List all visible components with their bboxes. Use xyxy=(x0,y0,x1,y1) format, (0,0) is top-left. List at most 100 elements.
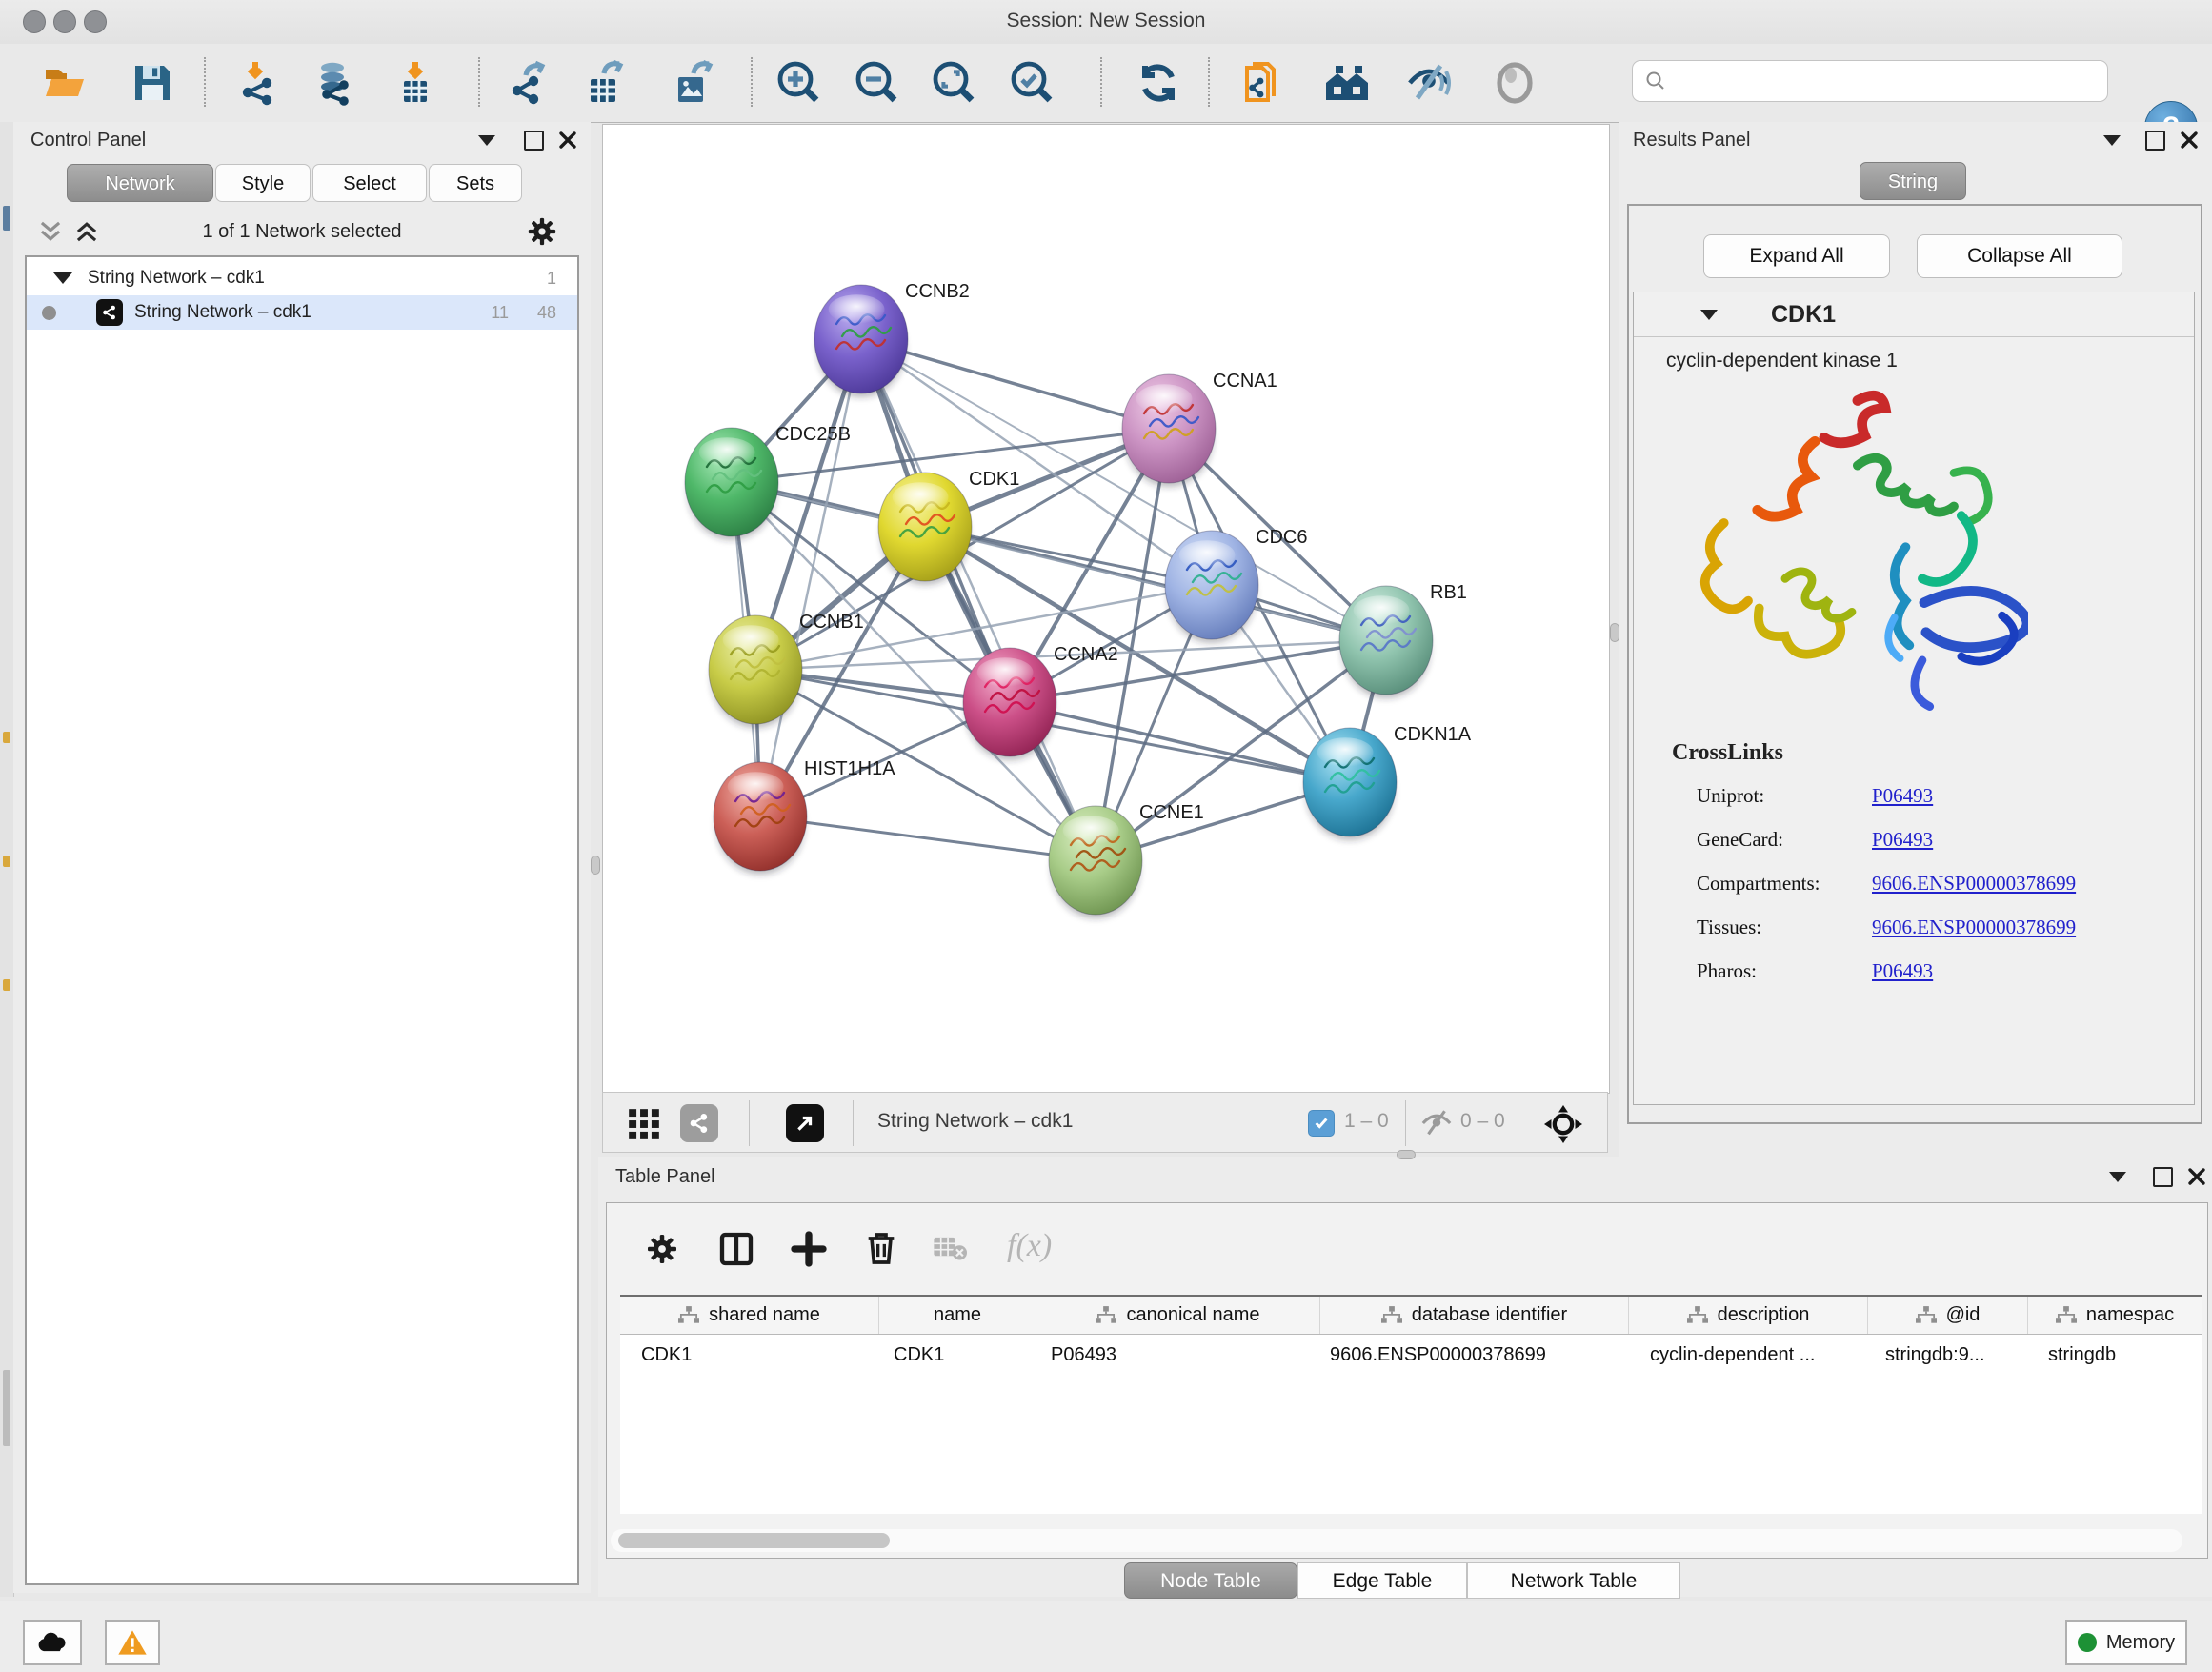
string-network-graph[interactable]: CCNB2CCNA1CDC25BCDK1CDC6RB1CCNB1CCNA2CDK… xyxy=(603,125,1609,1093)
network-row-selected[interactable]: String Network – cdk1 11 48 xyxy=(27,295,577,330)
network-edge[interactable] xyxy=(760,816,1096,860)
tab-string[interactable]: String xyxy=(1860,162,1966,200)
import-table-file-button[interactable] xyxy=(392,59,439,107)
selected-checkbox[interactable] xyxy=(1308,1110,1335,1137)
network-node-HIST1H1A[interactable]: HIST1H1A xyxy=(714,758,895,875)
network-edge[interactable] xyxy=(1010,702,1350,782)
network-view-canvas[interactable]: CCNB2CCNA1CDC25BCDK1CDC6RB1CCNB1CCNA2CDK… xyxy=(602,124,1610,1094)
node-label: CCNE1 xyxy=(1139,802,1204,823)
table-empty-area xyxy=(620,1375,2202,1514)
zoom-selected-button[interactable] xyxy=(1009,59,1056,107)
export-table-icon xyxy=(583,60,629,106)
main-toolbar: ? xyxy=(0,44,2212,123)
network-edge[interactable] xyxy=(861,339,1169,429)
open-in-window-button[interactable] xyxy=(786,1104,824,1142)
share-icon xyxy=(688,1112,711,1135)
open-session-button[interactable] xyxy=(41,59,89,107)
panel-close-button[interactable] xyxy=(558,131,577,150)
string-home-button[interactable] xyxy=(1323,59,1371,107)
network-node-RB1[interactable]: RB1 xyxy=(1339,582,1467,698)
section-collapse-icon[interactable] xyxy=(1700,310,1718,320)
export-network-button[interactable] xyxy=(508,59,555,107)
pan-crosshair-icon[interactable] xyxy=(1544,1105,1582,1143)
expand-all-button[interactable]: Expand All xyxy=(1703,234,1890,278)
crosslink-uniprot-link[interactable]: P06493 xyxy=(1872,784,1933,808)
zoom-in-button[interactable] xyxy=(775,59,823,107)
panel-float-button[interactable] xyxy=(2103,135,2121,146)
memory-button[interactable]: Memory xyxy=(2065,1620,2187,1665)
export-table-button[interactable] xyxy=(582,59,630,107)
show-columns-icon[interactable] xyxy=(717,1230,755,1268)
node-label: CDC6 xyxy=(1256,527,1307,548)
panel-float-button[interactable] xyxy=(478,135,495,146)
panel-maximize-button[interactable] xyxy=(2153,1167,2173,1187)
cloud-status-button[interactable] xyxy=(23,1620,82,1665)
birds-eye-view-icon[interactable] xyxy=(626,1106,662,1142)
tree-expand-icon[interactable] xyxy=(53,272,72,284)
save-session-button[interactable] xyxy=(129,59,176,107)
panel-maximize-button[interactable] xyxy=(2145,131,2165,151)
protein-section-header[interactable]: CDK1 xyxy=(1634,292,2194,337)
gear-icon[interactable] xyxy=(526,215,558,248)
column-header[interactable]: namespac xyxy=(2028,1297,2202,1334)
panel-maximize-button[interactable] xyxy=(524,131,544,151)
column-header[interactable]: database identifier xyxy=(1320,1297,1629,1334)
hide-graphics-details-button[interactable] xyxy=(1405,59,1453,107)
zoom-out-button[interactable] xyxy=(854,59,901,107)
network-node-CCNA1[interactable]: CCNA1 xyxy=(1122,371,1277,487)
network-node-CDKN1A[interactable]: CDKN1A xyxy=(1303,724,1472,840)
network-edge[interactable] xyxy=(861,339,1096,860)
tab-node-table[interactable]: Node Table xyxy=(1124,1562,1297,1599)
protein-name: CDK1 xyxy=(1771,301,1836,329)
show-graphics-details-button[interactable] xyxy=(1491,59,1538,107)
tab-style[interactable]: Style xyxy=(215,164,311,202)
column-header[interactable]: canonical name xyxy=(1036,1297,1320,1334)
column-header[interactable]: @id xyxy=(1868,1297,2028,1334)
horizontal-splitter-handle[interactable] xyxy=(1397,1150,1416,1159)
table-row[interactable]: CDK1 CDK1 P06493 9606.ENSP00000378699 cy… xyxy=(620,1335,2202,1375)
panel-float-button[interactable] xyxy=(2109,1172,2126,1182)
column-header[interactable]: description xyxy=(1629,1297,1868,1334)
zoom-fit-button[interactable] xyxy=(931,59,978,107)
collapse-all-button[interactable]: Collapse All xyxy=(1917,234,2122,278)
crosslink-pharos-link[interactable]: P06493 xyxy=(1872,959,1933,983)
tab-network-table[interactable]: Network Table xyxy=(1467,1562,1680,1599)
string-import-button[interactable] xyxy=(1238,59,1286,107)
node-label: HIST1H1A xyxy=(804,758,895,779)
network-node-CCNE1[interactable]: CCNE1 xyxy=(1049,802,1204,918)
vertical-splitter-handle[interactable] xyxy=(1610,623,1619,642)
crosslink-genecard-link[interactable]: P06493 xyxy=(1872,828,1933,852)
network-node-CCNB2[interactable]: CCNB2 xyxy=(814,281,970,397)
vertical-splitter-handle[interactable] xyxy=(591,856,600,875)
network-collection-row[interactable]: String Network – cdk1 1 xyxy=(27,261,577,295)
tab-network[interactable]: Network xyxy=(67,164,213,202)
network-overview-toggle[interactable] xyxy=(680,1104,718,1142)
export-image-button[interactable] xyxy=(670,59,717,107)
network-node-CCNA2[interactable]: CCNA2 xyxy=(963,644,1118,760)
network-edge[interactable] xyxy=(760,339,861,816)
panel-close-button[interactable] xyxy=(2187,1167,2206,1186)
table-horizontal-scrollbar[interactable] xyxy=(611,1529,2182,1552)
table-settings-gear-icon[interactable] xyxy=(645,1232,679,1266)
edge-speck xyxy=(3,856,10,867)
crosslink-compartments-link[interactable]: 9606.ENSP00000378699 xyxy=(1872,872,2076,896)
tab-edge-table[interactable]: Edge Table xyxy=(1297,1562,1467,1599)
houses-icon xyxy=(1324,60,1370,106)
add-column-plus-icon[interactable] xyxy=(790,1230,828,1268)
column-header[interactable]: shared name xyxy=(620,1297,879,1334)
search-input[interactable] xyxy=(1632,60,2108,102)
panel-close-button[interactable] xyxy=(2180,131,2199,150)
scrollbar-thumb[interactable] xyxy=(618,1533,890,1548)
network-node-CDC6[interactable]: CDC6 xyxy=(1165,527,1307,643)
import-network-database-button[interactable] xyxy=(311,59,358,107)
tab-sets[interactable]: Sets xyxy=(429,164,522,202)
delete-column-trash-icon[interactable] xyxy=(862,1229,900,1267)
apply-layout-button[interactable] xyxy=(1135,59,1182,107)
network-node-CCNB1[interactable]: CCNB1 xyxy=(709,612,864,728)
tab-select[interactable]: Select xyxy=(312,164,427,202)
crosslink-tissues-link[interactable]: 9606.ENSP00000378699 xyxy=(1872,916,2076,939)
column-header[interactable]: name xyxy=(879,1297,1036,1334)
import-network-file-button[interactable] xyxy=(235,59,283,107)
network-label: String Network – cdk1 xyxy=(134,302,312,323)
warnings-button[interactable] xyxy=(105,1620,160,1665)
